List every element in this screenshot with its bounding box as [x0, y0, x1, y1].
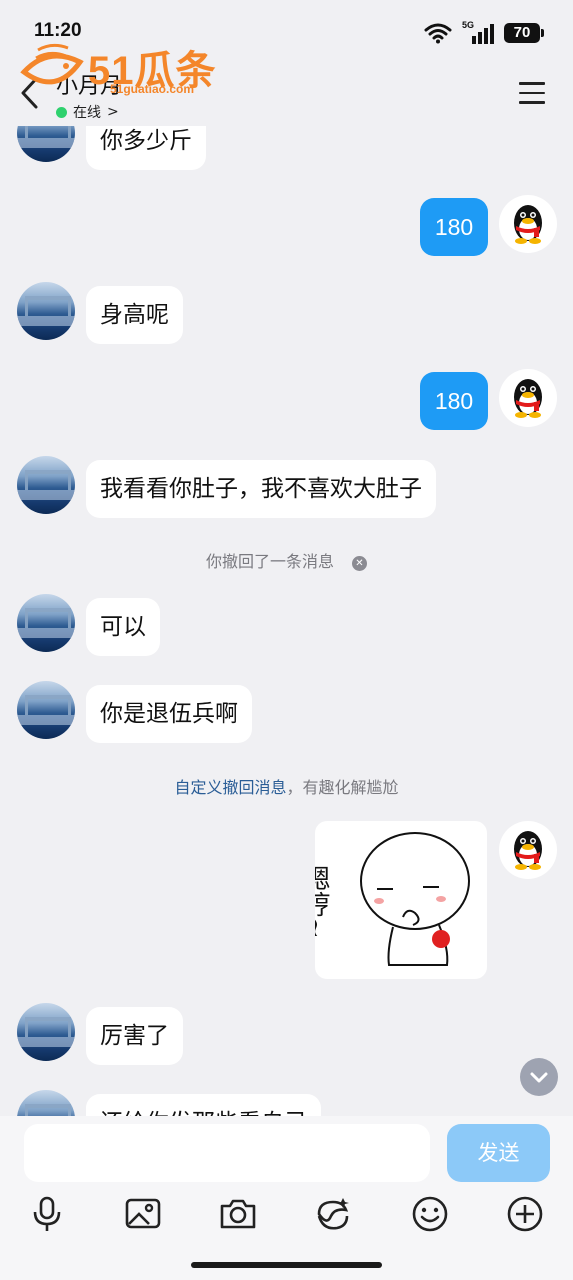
plus-icon[interactable] [505, 1194, 545, 1234]
message-bubble-received[interactable]: 你是退伍兵啊 [86, 685, 252, 743]
contact-avatar[interactable] [17, 456, 75, 514]
contact-avatar[interactable] [17, 681, 75, 739]
chevron-down-icon [530, 1072, 548, 1083]
chat-area[interactable]: 你多少斤 180 身高呢 180 我看看你肚子，我不喜欢大肚子 你撤回了一条消息… [0, 126, 573, 1116]
message-bubble-sent[interactable]: 180 [420, 372, 488, 430]
toolbar [0, 1194, 573, 1242]
emoji-icon[interactable] [410, 1194, 450, 1234]
contact-avatar[interactable] [17, 1003, 75, 1061]
penguin-avatar-icon [514, 379, 542, 418]
message-bubble-received[interactable]: 可以 [86, 598, 160, 656]
wifi-icon [424, 23, 452, 44]
online-status[interactable]: 在线 > [56, 102, 119, 122]
watermark-logo: 51瓜条 51guatiao.com [18, 36, 223, 102]
contact-avatar[interactable] [17, 1090, 75, 1116]
home-indicator[interactable] [191, 1262, 382, 1268]
message-bubble-received[interactable]: 厉害了 [86, 1007, 183, 1065]
recall-notice-text: 你撤回了一条消息 [205, 552, 334, 571]
my-avatar[interactable] [499, 195, 557, 253]
online-status-label: 在线 [73, 105, 101, 121]
message-input[interactable] [24, 1124, 430, 1182]
my-avatar[interactable] [499, 821, 557, 879]
sticker-message[interactable]: 嗯哼~ [315, 821, 487, 979]
sticker-caption: 嗯哼~ [315, 865, 330, 939]
image-icon[interactable] [123, 1194, 163, 1234]
watermark-url: 51guatiao.com [110, 82, 195, 96]
close-icon[interactable]: ✕ [352, 556, 367, 571]
camera-icon[interactable] [218, 1194, 258, 1234]
contact-avatar[interactable] [17, 282, 75, 340]
message-bubble-sent[interactable]: 180 [420, 198, 488, 256]
custom-recall-link[interactable]: 自定义撤回消息 [174, 778, 286, 797]
scroll-to-bottom-button[interactable] [520, 1058, 558, 1096]
message-bubble-received[interactable]: 我看看你肚子，我不喜欢大肚子 [86, 460, 436, 518]
penguin-avatar-icon [514, 831, 542, 870]
fish-logo-icon [20, 43, 84, 85]
penguin-avatar-icon [514, 205, 542, 244]
message-bubble-received[interactable]: 身高呢 [86, 286, 183, 344]
online-dot-icon [56, 106, 67, 118]
sticker-icon[interactable] [313, 1194, 353, 1234]
custom-recall-tip-text: ，有趣化解尴尬 [286, 778, 399, 797]
signal-icon [472, 24, 494, 44]
menu-icon[interactable] [519, 82, 547, 104]
message-bubble-received[interactable]: 你多少斤 [86, 126, 206, 170]
send-button[interactable]: 发送 [447, 1124, 550, 1182]
sticker-image: 嗯哼~ [315, 832, 470, 966]
input-bar: 发送 [0, 1116, 573, 1280]
recall-notice: 你撤回了一条消息 ✕ [0, 548, 573, 572]
mic-icon[interactable] [27, 1194, 67, 1234]
my-avatar[interactable] [499, 369, 557, 427]
message-bubble-received[interactable]: 还给你发那些看自己 [86, 1094, 321, 1116]
chevron-right-icon: > [107, 104, 119, 120]
contact-avatar[interactable] [17, 126, 75, 162]
battery-icon: 70 [504, 23, 544, 43]
custom-recall-tip: 自定义撤回消息，有趣化解尴尬 [0, 774, 573, 798]
contact-avatar[interactable] [17, 594, 75, 652]
